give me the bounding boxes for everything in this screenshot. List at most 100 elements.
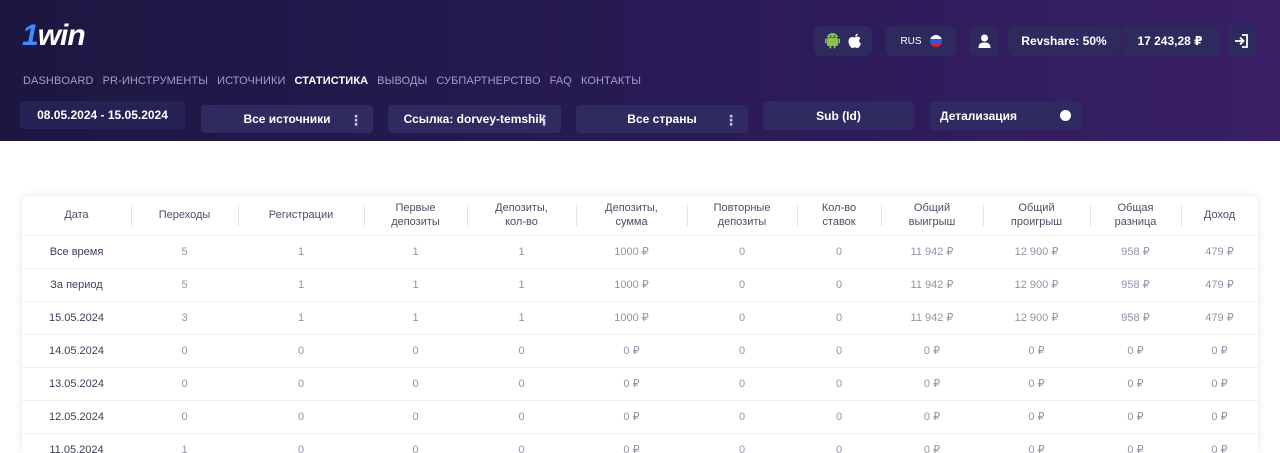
table-cell: 0 ₽: [1090, 333, 1181, 367]
column-header[interactable]: Депозиты, кол-во: [467, 196, 576, 235]
table-cell: 0: [687, 333, 797, 367]
table-cell: 0: [467, 366, 576, 400]
table-cell: 0: [131, 333, 238, 367]
table-cell: 0 ₽: [576, 399, 687, 433]
column-header[interactable]: Общая разница: [1090, 196, 1181, 235]
table-cell: 1000 ₽: [576, 267, 687, 301]
column-header[interactable]: Доход: [1181, 196, 1258, 235]
table-cell: 12 900 ₽: [983, 234, 1090, 268]
balance-badge[interactable]: 17 243,28 ₽: [1121, 26, 1219, 56]
table-cell: 0: [797, 234, 881, 268]
sources-label: Все источники: [243, 112, 331, 126]
table-cell: 0 ₽: [983, 432, 1090, 453]
column-header[interactable]: Общий выигрыш: [881, 196, 983, 235]
toggle-icon[interactable]: [1060, 110, 1071, 121]
row-date-cell: 12.05.2024: [22, 399, 131, 433]
nav-subpartnership[interactable]: СУБПАРТНЕРСТВО: [436, 75, 540, 87]
revshare-label: Revshare: 50%: [1021, 34, 1107, 48]
table-cell: 958 ₽: [1090, 234, 1181, 268]
nav-sources[interactable]: ИСТОЧНИКИ: [217, 75, 285, 87]
statistics-table: Дата Переходы Регистрации Первые депозиты…: [22, 196, 1258, 453]
logo-win: win: [37, 19, 86, 52]
link-select[interactable]: Ссылка: dorvey-temshik ⋮: [388, 105, 561, 133]
table-cell: 0 ₽: [881, 333, 983, 367]
table-row: 11.05.2024 1 0 0 0 0 ₽0 0 0 ₽0 ₽0 ₽0 ₽: [22, 432, 1258, 453]
table-cell: 0: [797, 432, 881, 453]
column-header-label: Дата: [64, 209, 89, 222]
logout-button[interactable]: [1227, 26, 1256, 56]
column-header[interactable]: Повторные депозиты: [687, 196, 797, 235]
column-header[interactable]: Депозиты, сумма: [576, 196, 687, 235]
table-cell: 0 ₽: [1181, 432, 1258, 453]
column-header[interactable]: Переходы: [131, 196, 238, 235]
row-date-cell: 14.05.2024: [22, 333, 131, 367]
table-cell: 0 ₽: [983, 333, 1090, 367]
column-header-label: Доход: [1203, 209, 1236, 222]
table-cell: 0: [238, 399, 364, 433]
table-cell: 1: [467, 234, 576, 268]
main-nav: DASHBOARD PR-ИНСТРУМЕНТЫ ИСТОЧНИКИ СТАТИ…: [23, 75, 650, 87]
nav-pr-tools[interactable]: PR-ИНСТРУМЕНТЫ: [103, 75, 208, 87]
table-cell: 0 ₽: [576, 432, 687, 453]
column-header-label: Общий выигрыш: [908, 202, 956, 229]
table-cell: 0: [131, 399, 238, 433]
logout-icon: [1235, 34, 1248, 48]
sources-select[interactable]: Все источники ⋮: [201, 105, 373, 133]
table-cell: 0 ₽: [983, 366, 1090, 400]
table-cell: 1: [364, 300, 467, 334]
table-cell: 0 ₽: [1090, 399, 1181, 433]
profile-button[interactable]: [969, 26, 999, 56]
row-date-cell: 13.05.2024: [22, 366, 131, 400]
table-row: 13.05.2024 0 0 0 0 0 ₽0 0 0 ₽0 ₽0 ₽0 ₽: [22, 366, 1258, 400]
table-cell: 0: [131, 366, 238, 400]
more-dots-icon: ⋮: [537, 112, 551, 128]
sub-id-button[interactable]: Sub (Id): [763, 101, 914, 130]
table-cell: 0 ₽: [1181, 333, 1258, 367]
nav-dashboard[interactable]: DASHBOARD: [23, 75, 94, 87]
top-header: 1 win RUS Revshare: 50% 17 243,28 ₽ DASH…: [0, 0, 1280, 141]
column-header[interactable]: Первые депозиты: [364, 196, 467, 235]
language-selector[interactable]: RUS: [886, 26, 956, 56]
table-cell: 0 ₽: [1090, 432, 1181, 453]
column-header[interactable]: Кол-во ставок: [797, 196, 881, 235]
nav-statistics[interactable]: СТАТИСТИКА: [295, 75, 369, 87]
column-header[interactable]: Регистрации: [238, 196, 364, 235]
table-cell: 0 ₽: [1181, 399, 1258, 433]
table-cell: 479 ₽: [1181, 267, 1258, 301]
countries-label: Все страны: [627, 112, 697, 126]
detail-toggle[interactable]: Детализация: [930, 101, 1081, 130]
russia-flag-icon: [929, 35, 942, 47]
column-header-label: Депозиты, сумма: [605, 202, 658, 229]
row-date-cell: Все время: [22, 234, 131, 268]
table-cell: 0: [687, 399, 797, 433]
table-cell: 1: [467, 267, 576, 301]
column-header[interactable]: Общий проигрыш: [983, 196, 1090, 235]
sub-id-label: Sub (Id): [816, 108, 861, 123]
countries-select[interactable]: Все страны ⋮: [576, 105, 748, 133]
table-cell: 1: [467, 300, 576, 334]
nav-faq[interactable]: FAQ: [550, 75, 572, 87]
language-label: RUS: [900, 35, 922, 47]
column-header-label: Переходы: [158, 209, 211, 222]
table-cell: 0: [797, 333, 881, 367]
nav-withdrawals[interactable]: ВЫВОДЫ: [377, 75, 427, 87]
table-cell: 0: [687, 366, 797, 400]
table-cell: 0: [364, 432, 467, 453]
table-cell: 0: [687, 300, 797, 334]
table-cell: 0 ₽: [576, 366, 687, 400]
date-range-picker[interactable]: 08.05.2024 - 15.05.2024: [20, 101, 185, 129]
table-cell: 0: [797, 399, 881, 433]
row-date-cell: 15.05.2024: [22, 300, 131, 334]
table-cell: 1: [364, 267, 467, 301]
table-cell: 0: [364, 366, 467, 400]
table-cell: 1: [238, 234, 364, 268]
column-header[interactable]: Дата: [22, 196, 131, 235]
table-cell: 1: [238, 267, 364, 301]
table-cell: 0: [364, 399, 467, 433]
table-cell: 0: [687, 234, 797, 268]
mobile-apps-button[interactable]: [814, 26, 872, 56]
column-header-label: Кол-во ставок: [821, 202, 857, 229]
logo[interactable]: 1 win: [22, 19, 86, 52]
nav-contacts[interactable]: КОНТАКТЫ: [581, 75, 641, 87]
table-cell: 12 900 ₽: [983, 267, 1090, 301]
